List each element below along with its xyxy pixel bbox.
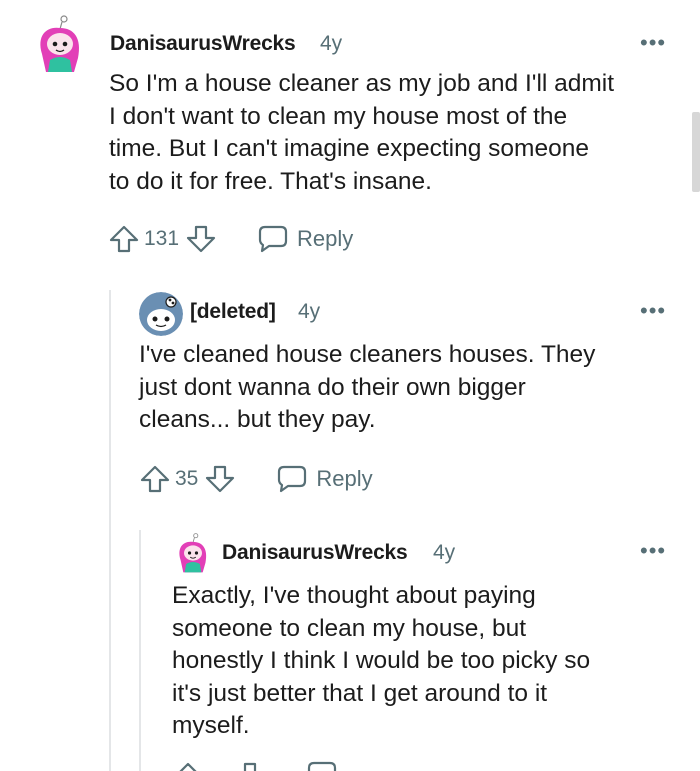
comment-actions: 131 Reply xyxy=(108,222,353,256)
thread-line-level-2[interactable] xyxy=(139,530,141,771)
comment-actions xyxy=(172,760,338,771)
comment-body: Exactly, I've thought about paying someo… xyxy=(172,580,590,743)
reply-bubble-icon xyxy=(258,225,288,253)
vote-count: 35 xyxy=(175,467,199,490)
vote-count: 131 xyxy=(144,227,180,250)
downvote-icon[interactable] xyxy=(185,223,217,255)
pink-hair-snoo-avatar-icon[interactable] xyxy=(175,532,211,574)
upvote-icon[interactable] xyxy=(172,760,204,771)
downvote-icon[interactable] xyxy=(204,463,236,495)
reply-button[interactable]: Reply xyxy=(257,224,353,254)
comment-body-line: to do it for free. That's insane. xyxy=(109,167,432,195)
reply-bubble-icon xyxy=(278,465,307,493)
comment-body-line: someone to clean my house, but xyxy=(172,614,527,642)
more-options-icon[interactable]: ••• xyxy=(640,540,666,562)
more-options-icon[interactable]: ••• xyxy=(640,300,666,322)
reply-bubble-icon[interactable] xyxy=(306,760,338,771)
comment-body-line: it's just better that I get around to it xyxy=(172,679,548,707)
comment-body-line: just dont wanna do their own bigger xyxy=(139,373,526,401)
thread-line-level-1[interactable] xyxy=(109,290,111,771)
upvote-icon[interactable] xyxy=(139,463,171,495)
comment-body-line: I don't want to clean my house most of t… xyxy=(109,102,568,130)
comment-age: 4y xyxy=(433,541,456,564)
comment-author[interactable]: [deleted] xyxy=(190,300,276,324)
vote-controls: 131 xyxy=(108,223,217,255)
comment-body: I've cleaned house cleaners houses. They… xyxy=(139,339,595,437)
page-scrollbar[interactable] xyxy=(692,112,700,192)
comment-author[interactable]: DanisaurusWrecks xyxy=(110,32,296,56)
comment-body-line: So I'm a house cleaner as my job and I'l… xyxy=(109,70,615,97)
comment-actions: 35 Reply xyxy=(139,462,373,496)
comment-age: 4y xyxy=(298,300,321,323)
vote-controls: 35 xyxy=(139,463,236,495)
reply-label: Reply xyxy=(316,466,373,491)
reply-label: Reply xyxy=(297,226,354,251)
more-options-icon[interactable]: ••• xyxy=(640,32,666,54)
comment-age: 4y xyxy=(320,32,343,55)
comment-body: So I'm a house cleaner as my job and I'l… xyxy=(109,68,614,198)
comment-body-line: myself. xyxy=(172,712,250,739)
upvote-icon[interactable] xyxy=(108,223,140,255)
comment-author[interactable]: DanisaurusWrecks xyxy=(222,541,408,565)
comment-body-line: time. But I can't imagine expecting some… xyxy=(109,135,589,162)
comment-body-line: cleans... but they pay. xyxy=(139,406,376,433)
pink-hair-snoo-avatar-icon[interactable] xyxy=(34,14,86,74)
comment-body-line: I've cleaned house cleaners houses. They xyxy=(139,341,596,368)
downvote-icon[interactable] xyxy=(234,760,266,771)
reply-button[interactable]: Reply xyxy=(276,464,373,494)
comment-body-line: honestly I think I would be too picky so xyxy=(172,647,591,674)
comment-body-line: Exactly, I've thought about paying xyxy=(172,582,536,609)
default-snoo-avatar-icon[interactable] xyxy=(139,292,183,336)
